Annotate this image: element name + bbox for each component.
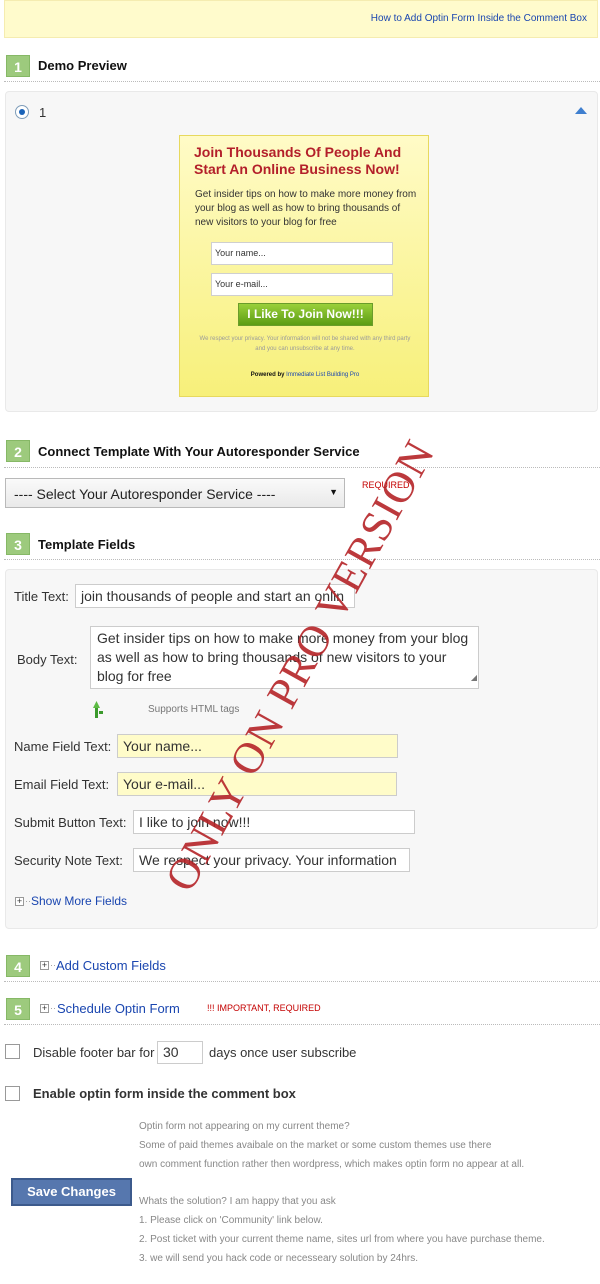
- step-5-badge: 5: [6, 998, 30, 1020]
- step-3-badge: 3: [6, 533, 30, 555]
- divider: [4, 467, 600, 468]
- body-text-label: Body Text:: [17, 652, 78, 667]
- step-2-title: Connect Template With Your Autoresponder…: [38, 444, 360, 459]
- autoresponder-select-value: ---- Select Your Autoresponder Service -…: [14, 486, 276, 502]
- optin-privacy-note: We respect your privacy. Your informatio…: [199, 336, 411, 352]
- help-text-problem: Optin form not appearing on my current t…: [139, 1117, 597, 1174]
- footer-days-input[interactable]: 30: [157, 1041, 203, 1064]
- enable-comment-box-label: Enable optin form inside the comment box: [33, 1086, 296, 1101]
- top-help-bar: How to Add Optin Form Inside the Comment…: [4, 0, 598, 38]
- help-line: Optin form not appearing on my current t…: [139, 1121, 350, 1132]
- optin-name-input[interactable]: Your name...: [211, 242, 393, 265]
- add-custom-fields-link[interactable]: Add Custom Fields: [56, 958, 166, 973]
- help-line: 1. Please click on 'Community' link belo…: [139, 1215, 323, 1226]
- divider: [4, 981, 600, 982]
- schedule-optin-form-link[interactable]: Schedule Optin Form: [57, 1001, 180, 1016]
- help-line: Whats the solution? I am happy that you …: [139, 1196, 336, 1207]
- submit-button-input[interactable]: I like to join now!!!: [133, 810, 415, 834]
- step-4-badge: 4: [6, 955, 30, 977]
- disable-footer-label: Disable footer bar for: [33, 1045, 155, 1060]
- step-1-title: Demo Preview: [38, 58, 127, 73]
- save-changes-button[interactable]: Save Changes: [11, 1178, 132, 1206]
- help-line: 2. Post ticket with your current theme n…: [139, 1234, 545, 1245]
- expand-plus-icon[interactable]: +: [40, 1004, 49, 1013]
- expand-plus-icon[interactable]: +: [15, 897, 24, 906]
- resize-handle-icon[interactable]: ◢: [471, 668, 477, 687]
- show-more-fields-link[interactable]: Show More Fields: [31, 894, 127, 908]
- divider: [4, 81, 600, 82]
- help-line: Some of paid themes avaibale on the mark…: [139, 1140, 492, 1151]
- supports-html-note: Supports HTML tags: [148, 704, 240, 715]
- step-3-title: Template Fields: [38, 537, 136, 552]
- powered-link[interactable]: Immediate List Building Pro: [286, 372, 359, 378]
- enable-comment-box-checkbox[interactable]: [5, 1086, 20, 1101]
- title-text-label: Title Text:: [14, 589, 69, 604]
- help-line: own comment function rather then wordpre…: [139, 1159, 525, 1170]
- autoresponder-select[interactable]: ---- Select Your Autoresponder Service -…: [5, 478, 345, 508]
- expand-plus-icon[interactable]: +: [40, 961, 49, 970]
- dropdown-arrow-icon: ▼: [329, 487, 338, 497]
- divider: [4, 1024, 600, 1025]
- optin-body: Get insider tips on how to make more mon…: [195, 189, 417, 228]
- email-field-label: Email Field Text:: [14, 777, 110, 792]
- template-radio-label: 1: [39, 105, 47, 120]
- powered-prefix: Powered by: [250, 372, 285, 378]
- step-1-badge: 1: [6, 55, 30, 77]
- template-radio[interactable]: [15, 105, 29, 119]
- optin-form-preview: Join Thousands Of People And Start An On…: [179, 135, 429, 397]
- footer-days-suffix: days once user subscribe: [209, 1045, 357, 1060]
- html-tags-icon: [93, 701, 103, 718]
- name-field-label: Name Field Text:: [14, 739, 112, 754]
- important-required-label: !!! IMPORTANT, REQUIRED: [207, 1003, 321, 1013]
- disable-footer-checkbox[interactable]: [5, 1044, 20, 1059]
- collapse-arrow-icon[interactable]: [575, 107, 587, 114]
- optin-email-input[interactable]: Your e-mail...: [211, 273, 393, 296]
- submit-button-label: Submit Button Text:: [14, 815, 127, 830]
- optin-title: Join Thousands Of People And Start An On…: [194, 144, 402, 177]
- optin-powered-by: Powered by Immediate List Building Pro: [180, 372, 430, 378]
- help-text-solution: Whats the solution? I am happy that you …: [139, 1192, 597, 1268]
- security-note-label: Security Note Text:: [14, 853, 123, 868]
- divider: [4, 559, 600, 560]
- help-link-comment-box[interactable]: How to Add Optin Form Inside the Comment…: [371, 13, 587, 24]
- help-line: 3. we will send you hack code or necesse…: [139, 1253, 419, 1264]
- step-2-badge: 2: [6, 440, 30, 462]
- optin-join-button[interactable]: I Like To Join Now!!!: [238, 303, 373, 326]
- tree-connector-icon: ··: [50, 1003, 56, 1013]
